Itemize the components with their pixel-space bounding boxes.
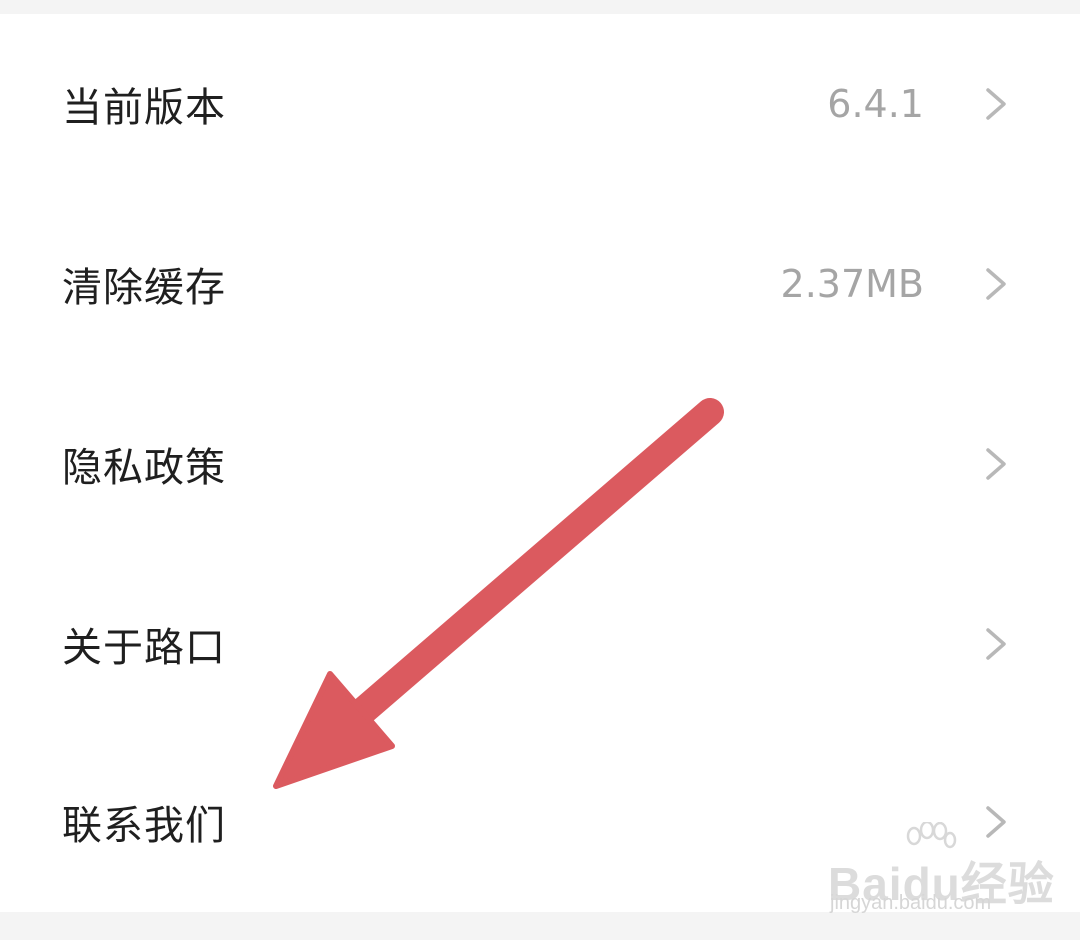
chevron-right-icon: [986, 448, 1006, 480]
cache-size-value: 2.37MB: [780, 262, 924, 306]
settings-item-privacy-policy[interactable]: 隐私政策: [0, 374, 1080, 554]
settings-page: 当前版本 6.4.1 清除缓存 2.37MB 隐私政策 关于路口 联系我们 Ba…: [0, 0, 1080, 940]
settings-item-label: 联系我们: [62, 803, 226, 849]
settings-list: 当前版本 6.4.1 清除缓存 2.37MB 隐私政策 关于路口 联系我们: [0, 14, 1080, 912]
version-value: 6.4.1: [827, 82, 924, 126]
chevron-right-icon: [986, 806, 1006, 838]
settings-item-contact-us[interactable]: 联系我们: [0, 732, 1080, 912]
settings-item-label: 隐私政策: [62, 445, 226, 491]
chevron-right-icon: [986, 268, 1006, 300]
settings-item-about[interactable]: 关于路口: [0, 554, 1080, 734]
settings-item-label: 清除缓存: [62, 265, 226, 311]
settings-item-version[interactable]: 当前版本 6.4.1: [0, 14, 1080, 194]
chevron-right-icon: [986, 88, 1006, 120]
settings-item-clear-cache[interactable]: 清除缓存 2.37MB: [0, 194, 1080, 374]
settings-item-label: 关于路口: [62, 625, 226, 671]
chevron-right-icon: [986, 628, 1006, 660]
settings-item-label: 当前版本: [62, 85, 226, 131]
